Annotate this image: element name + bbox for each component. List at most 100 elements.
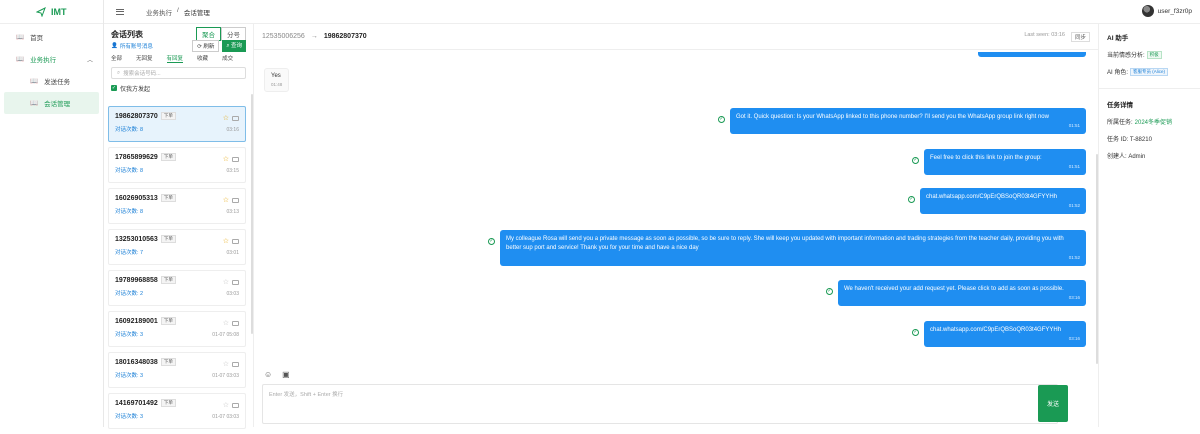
session-tag: 下单: [160, 399, 176, 407]
star-icon[interactable]: ☆: [223, 114, 229, 122]
tab-deal[interactable]: 成交: [222, 54, 233, 62]
session-time: 01-07 03:03: [212, 373, 239, 379]
book-icon: 📖: [30, 78, 39, 85]
only-mine-checkbox[interactable]: ✓ 仅我方发起: [104, 82, 253, 94]
session-tag: 下单: [160, 276, 176, 284]
star-icon[interactable]: ☆: [223, 237, 229, 245]
message-time: 01:52: [1068, 254, 1080, 260]
send-button[interactable]: 发送: [1038, 385, 1068, 422]
sidebar-item-home[interactable]: 📖 首页: [0, 26, 103, 48]
sidebar-item-session-mgmt[interactable]: 📖 会话管理: [4, 92, 99, 114]
message-input[interactable]: Enter 发送，Shift + Enter 换行: [262, 384, 1058, 424]
query-button[interactable]: ⌕ 查询: [222, 40, 246, 52]
task-link[interactable]: 2024冬季促销: [1135, 117, 1172, 126]
all-accounts-link[interactable]: 所有账号消息: [120, 42, 153, 50]
session-card[interactable]: 19789968858 下单 对话次数: 2 ☆ 03:03: [108, 270, 246, 306]
session-time: 01-07 05:08: [212, 332, 239, 338]
session-time: 03:13: [226, 209, 239, 215]
outgoing-message: My colleague Rosa will send you a privat…: [500, 230, 1086, 266]
star-icon[interactable]: ☆: [223, 278, 229, 286]
list-scrollbar[interactable]: [251, 94, 253, 334]
session-list-title: 会话列表: [111, 29, 143, 39]
avatar: [1141, 5, 1154, 17]
app-name: IMT: [51, 6, 67, 17]
session-card[interactable]: 16026905313 下单 对话次数: 8 ☆ 03:13: [108, 188, 246, 224]
message-time: 03:16: [1068, 336, 1080, 342]
star-icon[interactable]: ☆: [223, 401, 229, 409]
sync-button[interactable]: 同步: [1070, 32, 1090, 42]
message-bubble-partial: [978, 52, 1086, 57]
session-tag: 下单: [160, 194, 176, 202]
session-card[interactable]: 14169701492 下单 对话次数: 3 ☆ 01-07 03:03: [108, 393, 246, 429]
mode-split-button[interactable]: 分号: [221, 27, 246, 41]
mode-aggregate-button[interactable]: 聚合: [196, 27, 221, 41]
book-icon: 📖: [16, 56, 25, 63]
session-phone: 19862807370 下单: [115, 112, 239, 120]
session-phone: 14169701492 下单: [115, 399, 239, 407]
message-icon[interactable]: [232, 403, 239, 408]
session-time: 03:03: [226, 291, 239, 297]
message-icon[interactable]: [232, 157, 239, 162]
session-phone: 16026905313 下单: [115, 194, 239, 202]
delivered-check-icon: ✓: [718, 116, 725, 123]
outgoing-message: chat.whatsapp.com/C9pErQBSoQR03t4GFYYHh 0…: [920, 188, 1086, 215]
tab-all[interactable]: 全部: [111, 54, 122, 62]
message-icon[interactable]: [232, 198, 239, 203]
tab-replied[interactable]: 有回复: [166, 54, 184, 63]
search-input[interactable]: ⌕ 搜索会话号码...: [111, 67, 246, 79]
star-icon[interactable]: ☆: [223, 319, 229, 327]
session-card[interactable]: 19862807370 下单 对话次数: 8 ☆ 03:16: [108, 106, 246, 142]
ai-section-title: AI 助手: [1107, 35, 1129, 42]
checkbox-checked-icon: ✓: [111, 85, 117, 91]
session-count: 对话次数: 7: [115, 250, 144, 256]
menu-toggle-icon[interactable]: [116, 8, 124, 15]
message-text: Yes: [271, 73, 281, 79]
book-icon: 📖: [16, 34, 25, 41]
sidebar-item-business[interactable]: 📖 业务执行 ︿: [0, 48, 103, 70]
session-time: 03:16: [226, 127, 239, 133]
session-tag: 下单: [160, 153, 176, 161]
session-card[interactable]: 13253010563 下单 对话次数: 7 ☆ 03:01: [108, 229, 246, 265]
star-icon[interactable]: ☆: [223, 155, 229, 163]
divider: [1099, 88, 1200, 89]
session-tag: 下单: [160, 235, 176, 243]
message-time: 01:51: [1068, 123, 1080, 129]
session-card[interactable]: 17865899629 下单 对话次数: 8 ☆ 03:15: [108, 147, 246, 183]
message-text: My colleague Rosa will send you a privat…: [506, 236, 1064, 252]
recipient-number: 19862807370: [323, 33, 367, 40]
session-phone: 13253010563 下单: [115, 235, 239, 243]
message-input-placeholder: Enter 发送，Shift + Enter 换行: [269, 392, 344, 398]
tab-no-reply[interactable]: 无回复: [136, 54, 153, 62]
app-logo[interactable]: IMT: [0, 0, 103, 24]
task-id: 任务 ID: T-88210: [1107, 137, 1152, 143]
message-icon[interactable]: [232, 116, 239, 121]
refresh-button[interactable]: ⟳ 刷新: [192, 40, 220, 52]
sidebar-item-send-task[interactable]: 📖 发送任务: [0, 70, 103, 92]
session-card[interactable]: 16092189001 下单 对话次数: 3 ☆ 01-07 05:08: [108, 311, 246, 347]
emoji-icon[interactable]: ☺: [264, 370, 272, 379]
role-badge: 客服专员 (Alice): [1130, 67, 1169, 76]
session-time: 03:15: [226, 168, 239, 174]
username: user_f3zr0p: [1157, 7, 1192, 15]
filter-tabs: 全部 无回复 有回复 收藏 成交: [104, 52, 253, 64]
breadcrumb-parent[interactable]: 业务执行: [146, 7, 172, 17]
message-icon[interactable]: [232, 321, 239, 326]
only-mine-label: 仅我方发起: [120, 86, 151, 93]
star-icon[interactable]: ☆: [223, 360, 229, 368]
breadcrumb-separator: /: [177, 6, 179, 14]
star-icon[interactable]: ☆: [223, 196, 229, 204]
user-icon: 👤: [111, 43, 118, 49]
session-count: 对话次数: 8: [115, 209, 144, 215]
arrow-icon: →: [310, 33, 318, 40]
user-menu[interactable]: user_f3zr0p: [1141, 5, 1192, 17]
image-icon[interactable]: ▣: [282, 370, 290, 379]
message-icon[interactable]: [232, 280, 239, 285]
delivered-check-icon: ✓: [488, 238, 495, 245]
session-time: 01-07 03:03: [212, 414, 239, 420]
incoming-message: Yes 01:48: [264, 68, 290, 92]
message-icon[interactable]: [232, 239, 239, 244]
search-placeholder: 搜索会话号码...: [123, 71, 161, 77]
message-icon[interactable]: [232, 362, 239, 367]
tab-favorites[interactable]: 收藏: [197, 54, 208, 62]
session-card[interactable]: 18016348038 下单 对话次数: 3 ☆ 01-07 03:03: [108, 352, 246, 388]
